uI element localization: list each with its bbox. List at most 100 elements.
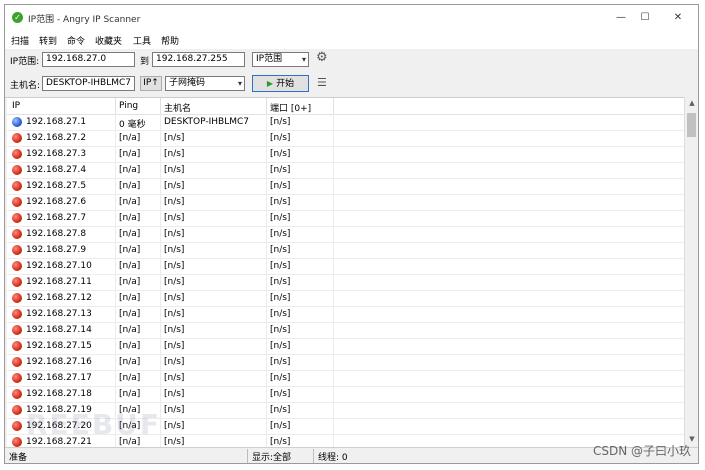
menu-commands[interactable]: 命令 [67,34,85,47]
start-label: 开始 [276,79,295,89]
ip-up-button[interactable]: IP↑ [140,76,162,91]
cell-ping: [n/a] [119,229,141,239]
status-divider [247,449,248,463]
host-dead-icon [12,405,22,415]
table-row[interactable]: 192.168.27.9 [n/a] [n/s] [n/s] [7,242,684,259]
ip-end-field[interactable]: 192.168.27.255 [152,52,245,67]
table-row[interactable]: 192.168.27.12 [n/a] [n/s] [n/s] [7,290,684,307]
maximize-button[interactable]: ☐ [634,9,656,27]
app-icon: ✓ [12,12,23,23]
cell-ping: [n/a] [119,165,141,175]
fetchers-list-icon[interactable]: ☰ [317,76,327,89]
host-dead-icon [12,293,22,303]
column-divider[interactable] [333,98,334,114]
vertical-scrollbar[interactable]: ▲ ▼ [684,97,698,447]
ip-start-field[interactable]: 192.168.27.0 [42,52,135,67]
cell-ip: 192.168.27.4 [26,165,87,175]
cell-ports: [n/s] [270,149,291,159]
cell-hostname: [n/s] [164,389,185,399]
gear-icon[interactable]: ⚙ [316,50,328,65]
menu-goto[interactable]: 转到 [39,34,57,47]
table-row[interactable]: 192.168.27.16 [n/a] [n/s] [n/s] [7,354,684,371]
cell-ports: [n/s] [270,117,291,127]
host-dead-icon [12,165,22,175]
table-row[interactable]: 192.168.27.17 [n/a] [n/s] [n/s] [7,370,684,387]
table-row[interactable]: 192.168.27.7 [n/a] [n/s] [n/s] [7,210,684,227]
cell-ports: [n/s] [270,245,291,255]
scroll-thumb[interactable] [687,113,696,137]
cell-ports: [n/s] [270,197,291,207]
column-ip[interactable]: IP [12,101,20,111]
table-row[interactable]: 192.168.27.13 [n/a] [n/s] [n/s] [7,306,684,323]
host-dead-icon [12,421,22,431]
cell-ports: [n/s] [270,133,291,143]
cell-ip: 192.168.27.2 [26,133,87,143]
table-row[interactable]: 192.168.27.1 0 毫秒 DESKTOP-IHBLMC7 [n/s] [7,114,684,131]
chevron-down-icon: ▾ [301,55,306,64]
column-divider[interactable] [115,98,116,114]
host-dead-icon [12,261,22,271]
close-button[interactable]: ✕ [667,9,689,27]
faded-watermark-logo: REEBUF [26,408,162,441]
cell-ports: [n/s] [270,261,291,271]
cell-ip: 192.168.27.15 [26,341,92,351]
cell-hostname: [n/s] [164,133,185,143]
table-row[interactable]: 192.168.27.15 [n/a] [n/s] [n/s] [7,338,684,355]
table-row[interactable]: 192.168.27.18 [n/a] [n/s] [n/s] [7,386,684,403]
host-dead-icon [12,213,22,223]
cell-hostname: DESKTOP-IHBLMC7 [164,117,249,127]
cell-ip: 192.168.27.5 [26,181,87,191]
table-row[interactable]: 192.168.27.11 [n/a] [n/s] [n/s] [7,274,684,291]
column-divider[interactable] [266,98,267,114]
cell-ping: [n/a] [119,245,141,255]
cell-ports: [n/s] [270,213,291,223]
table-row[interactable]: 192.168.27.8 [n/a] [n/s] [n/s] [7,226,684,243]
hostname-label: 主机名: [10,81,41,91]
status-threads: 线程: 0 [318,453,348,463]
cell-hostname: [n/s] [164,229,185,239]
cell-ip: 192.168.27.8 [26,229,87,239]
cell-ip: 192.168.27.14 [26,325,92,335]
menu-favorites[interactable]: 收藏夹 [95,34,122,47]
cell-ping: [n/a] [119,357,141,367]
host-dead-icon [12,229,22,239]
range-type-select[interactable]: IP范围 ▾ [252,52,309,67]
cell-hostname: [n/s] [164,181,185,191]
hostname-field[interactable]: DESKTOP-IHBLMC7 [42,76,135,91]
menu-bar: 扫描 转到 命令 收藏夹 工具 帮助 [5,31,698,49]
column-ports[interactable]: 端口 [0+] [270,101,311,114]
cell-ip: 192.168.27.6 [26,197,87,207]
menu-scan[interactable]: 扫描 [11,34,29,47]
cell-hostname: [n/s] [164,261,185,271]
menu-tools[interactable]: 工具 [133,34,151,47]
cell-ports: [n/s] [270,181,291,191]
status-divider [313,449,314,463]
table-row[interactable]: 192.168.27.2 [n/a] [n/s] [n/s] [7,130,684,147]
cell-ports: [n/s] [270,341,291,351]
host-dead-icon [12,437,22,447]
minimize-button[interactable]: — [610,9,632,27]
cell-ip: 192.168.27.10 [26,261,92,271]
column-divider[interactable] [160,98,161,114]
table-row[interactable]: 192.168.27.6 [n/a] [n/s] [n/s] [7,194,684,211]
table-row[interactable]: 192.168.27.5 [n/a] [n/s] [n/s] [7,178,684,195]
host-alive-icon [12,117,22,127]
cell-ping: [n/a] [119,133,141,143]
cell-hostname: [n/s] [164,149,185,159]
cell-ports: [n/s] [270,373,291,383]
menu-help[interactable]: 帮助 [161,34,179,47]
netmask-select[interactable]: 子网掩码 ▾ [165,76,245,91]
cell-hostname: [n/s] [164,309,185,319]
table-row[interactable]: 192.168.27.4 [n/a] [n/s] [n/s] [7,162,684,179]
cell-hostname: [n/s] [164,341,185,351]
scroll-up-icon[interactable]: ▲ [685,99,698,107]
table-row[interactable]: 192.168.27.10 [n/a] [n/s] [n/s] [7,258,684,275]
cell-hostname: [n/s] [164,437,185,447]
start-button[interactable]: ▶ 开始 [252,75,309,92]
table-row[interactable]: 192.168.27.3 [n/a] [n/s] [n/s] [7,146,684,163]
column-ping[interactable]: Ping [119,101,138,111]
play-icon: ▶ [266,79,274,88]
column-hostname[interactable]: 主机名 [164,101,191,114]
table-row[interactable]: 192.168.27.14 [n/a] [n/s] [n/s] [7,322,684,339]
to-label: 到 [140,57,150,67]
